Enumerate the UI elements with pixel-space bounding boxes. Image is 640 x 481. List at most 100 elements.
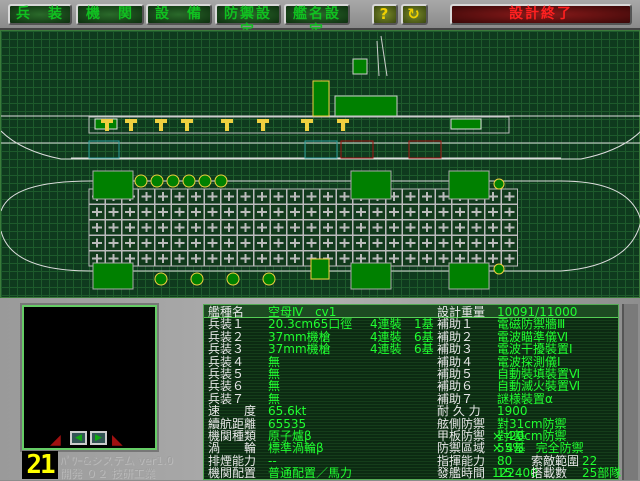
aa-gun: [214, 174, 228, 188]
aircraft-icon: [253, 188, 271, 205]
aircraft-icon: [253, 250, 271, 267]
aircraft-icon: [385, 204, 403, 220]
aircraft-icon: [171, 188, 188, 205]
help-button[interactable]: ?: [372, 4, 398, 25]
ship-preview: [20, 303, 159, 452]
stat-value: 15: [497, 466, 513, 481]
stat-value: 37mm機槍: [268, 342, 331, 357]
aircraft-icon: [237, 235, 254, 251]
stat-value: 55% 完全防禦: [497, 441, 584, 456]
aircraft-icon: [171, 250, 188, 267]
aircraft-icon: [253, 204, 271, 220]
aircraft-icon: [171, 219, 188, 236]
aircraft-icon: [484, 219, 502, 236]
aircraft-icon: [303, 219, 320, 236]
stat-label: 速 度: [208, 404, 257, 419]
aircraft-icon: [501, 235, 518, 251]
gun-mount: [125, 119, 137, 123]
credit-line: 開発 ０２ 技研工業: [60, 467, 155, 480]
gun-mount: [129, 123, 133, 131]
stat-value: 25部隊: [582, 466, 622, 481]
aircraft-icon: [286, 219, 304, 236]
aircraft-icon: [270, 219, 287, 236]
aircraft-icon: [319, 235, 337, 251]
aircraft-icon: [187, 219, 205, 236]
aircraft-icon: [501, 188, 518, 205]
aircraft-icon: [154, 188, 172, 205]
right-arrow-icon: ◣: [112, 432, 123, 448]
aircraft-icon: [237, 250, 254, 267]
engine-button[interactable]: 機 関: [76, 4, 144, 25]
armor-settings-button[interactable]: 防禦設定: [215, 4, 281, 39]
gun-mount: [261, 123, 265, 131]
aircraft-icon: [385, 235, 403, 251]
aircraft-icon: [336, 250, 353, 267]
aircraft-icon: [451, 219, 469, 236]
aircraft-icon: [220, 250, 238, 267]
aircraft-icon: [336, 219, 353, 236]
aircraft-icon: [121, 235, 139, 251]
stat-label: 渦 輪: [208, 441, 257, 456]
equipment-button[interactable]: 設 備: [146, 4, 212, 25]
aircraft-icon: [204, 235, 221, 251]
aircraft-icon: [237, 188, 254, 205]
side-guns: [101, 119, 349, 131]
gun-mount: [101, 119, 113, 123]
aircraft-icon: [451, 204, 469, 220]
aircraft-icon: [270, 204, 287, 220]
aircraft-icon: [501, 219, 518, 236]
aircraft-icon: [204, 250, 221, 267]
stat-label: 防禦區域: [437, 441, 486, 456]
stat-label: 兵装６: [208, 379, 245, 394]
aircraft-icon: [138, 219, 155, 236]
aircraft-icon: [402, 188, 419, 205]
aircraft-icon: [319, 219, 337, 236]
aircraft-icon: [88, 219, 106, 236]
aa-gun: [154, 272, 168, 286]
aircraft-icon: [237, 219, 254, 236]
aircraft-icon: [319, 188, 337, 205]
aircraft-icon: [369, 235, 386, 251]
aircraft-icon: [154, 250, 172, 267]
stat-value: 標準渦輪β: [268, 441, 324, 456]
weapons-button[interactable]: 兵 装: [8, 4, 72, 25]
ship-name-button[interactable]: 艦名設定: [284, 4, 350, 39]
aircraft-icon: [286, 204, 304, 220]
next-button[interactable]: ▶: [90, 431, 107, 445]
aircraft-icon: [187, 250, 205, 267]
aircraft-icon: [171, 235, 188, 251]
gun-mount: [337, 119, 349, 123]
prev-button[interactable]: ◀: [70, 431, 87, 445]
aircraft-icon: [319, 204, 337, 220]
undo-button[interactable]: ↻: [401, 4, 428, 25]
gun-mount: [181, 119, 193, 123]
aircraft-icon: [270, 235, 287, 251]
stat-value: 電磁防禦牆Ⅲ: [497, 317, 566, 332]
stat-value: 65.6kt: [268, 404, 307, 419]
aircraft-icon: [484, 204, 502, 220]
ship-number: 21: [22, 451, 58, 479]
aa-gun: [493, 178, 505, 190]
gun-mount: [105, 123, 109, 131]
aircraft-icon: [105, 235, 122, 251]
aircraft-icon: [88, 204, 106, 220]
aircraft-icon: [352, 204, 370, 220]
aircraft-icon: [385, 219, 403, 236]
stat-label: 補助３: [437, 342, 474, 357]
aircraft-icon: [352, 219, 370, 236]
aircraft-icon: [154, 219, 172, 236]
scrollbar[interactable]: [622, 304, 638, 480]
toolbar: 兵 装 機 関 設 備 防禦設定 艦名設定 ? ↻ 設計終了: [0, 0, 640, 39]
gun-mount: [221, 119, 233, 123]
aa-gun: [198, 174, 212, 188]
stat-label: 搭載數: [531, 466, 568, 481]
aa-gun: [190, 272, 204, 286]
finish-design-button[interactable]: 設計終了: [450, 4, 632, 25]
aa-gun: [182, 174, 196, 188]
stat-value: 電波干擾裝置Ⅰ: [497, 342, 573, 357]
gun-mount: [257, 119, 269, 123]
stat-label: 耐 久 力: [437, 404, 481, 419]
ship-blueprint[interactable]: [0, 30, 640, 298]
aircraft-icon: [303, 204, 320, 220]
aa-gun: [150, 174, 164, 188]
